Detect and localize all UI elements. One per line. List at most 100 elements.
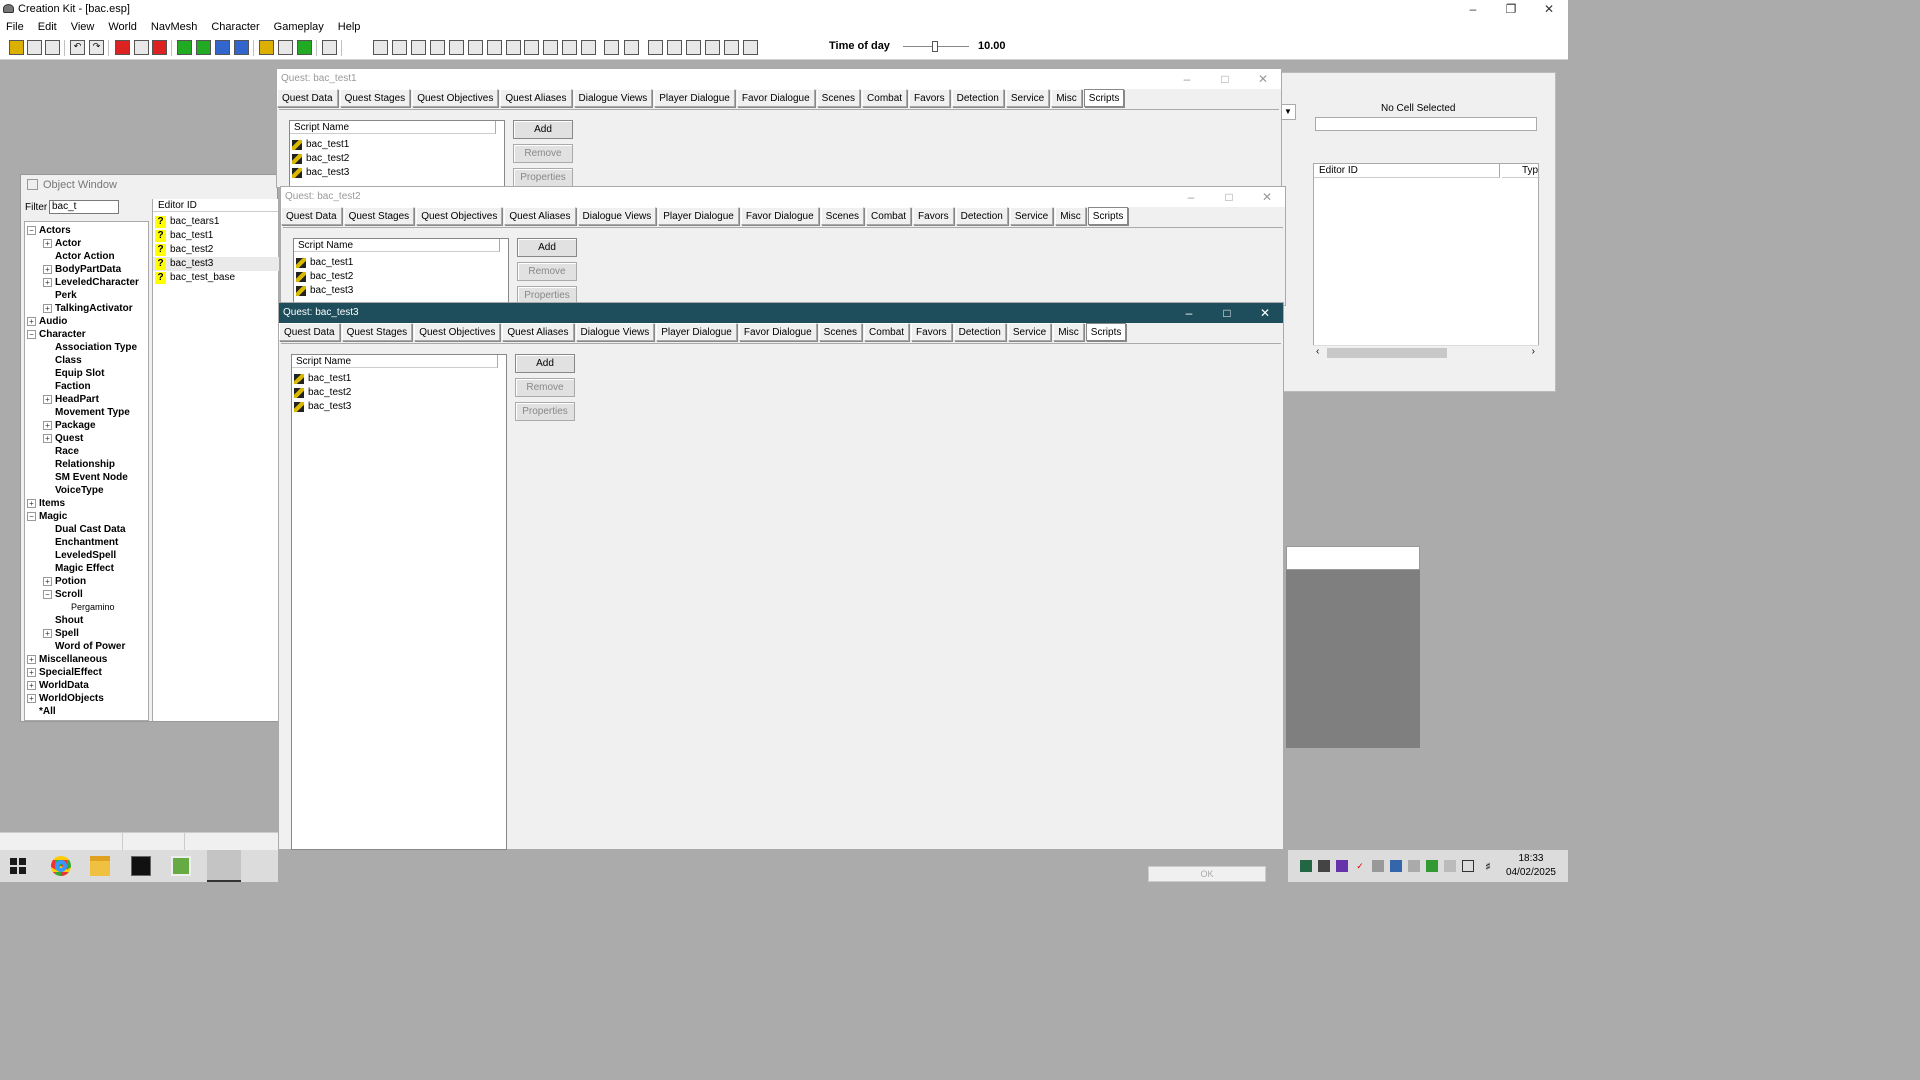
tree-item[interactable]: LeveledSpell: [55, 549, 116, 562]
quest-tab[interactable]: Quest Stages: [339, 89, 411, 107]
snap-grid-icon[interactable]: [115, 40, 130, 55]
close-icon[interactable]: ✕: [1530, 0, 1568, 18]
quest-tab[interactable]: Favors: [913, 207, 954, 225]
quest-tab[interactable]: Quest Aliases: [500, 89, 572, 107]
object-list-row[interactable]: ? bac_tears1: [153, 215, 279, 229]
tree-item[interactable]: SpecialEffect: [39, 666, 102, 679]
quest-tab[interactable]: Dialogue Views: [575, 323, 655, 341]
tree-item[interactable]: Items: [39, 497, 65, 510]
clock[interactable]: 18:33 04/02/2025: [1506, 852, 1556, 880]
tree-item[interactable]: Scroll: [55, 588, 83, 601]
maximize-icon[interactable]: □: [1209, 303, 1245, 323]
tray-security-icon[interactable]: [1426, 860, 1438, 872]
script-properties-button[interactable]: Properties: [513, 168, 573, 187]
tree-item[interactable]: Movement Type: [55, 406, 130, 419]
quest-tab[interactable]: Combat: [864, 323, 910, 341]
type-column-header[interactable]: Typ: [1502, 164, 1540, 178]
quest-tab[interactable]: Favor Dialogue: [740, 207, 819, 225]
quest-tab[interactable]: Quest Stages: [341, 323, 413, 341]
file-explorer-icon[interactable]: [90, 856, 110, 876]
quest-tab[interactable]: Player Dialogue: [658, 207, 739, 225]
close-icon[interactable]: ✕: [1247, 303, 1283, 323]
maximize-icon[interactable]: □: [1211, 187, 1247, 207]
transform-icon[interactable]: [215, 40, 230, 55]
tool-11-icon[interactable]: [562, 40, 577, 55]
menu-file[interactable]: File: [0, 21, 32, 33]
tree-item[interactable]: Magic Effect: [55, 562, 114, 575]
terrain-icon[interactable]: [297, 40, 312, 55]
tree-expander-icon[interactable]: +: [43, 265, 52, 274]
snap-reference-icon[interactable]: [152, 40, 167, 55]
tray-app-5-icon[interactable]: [1372, 860, 1384, 872]
tool-19-icon[interactable]: [724, 40, 739, 55]
script-properties-button[interactable]: Properties: [515, 402, 575, 421]
tree-item[interactable]: Actor Action: [55, 250, 115, 263]
minimize-icon[interactable]: –: [1169, 69, 1205, 89]
tree-expander-icon[interactable]: +: [43, 395, 52, 404]
quest-tab[interactable]: Dialogue Views: [573, 89, 653, 107]
tree-item[interactable]: WorldObjects: [39, 692, 104, 705]
scroll-left-icon[interactable]: ‹: [1316, 346, 1319, 357]
quest-tab[interactable]: Service: [1005, 89, 1050, 107]
tray-app-6-icon[interactable]: [1390, 860, 1402, 872]
tree-item[interactable]: Race: [55, 445, 79, 458]
sky-icon[interactable]: [278, 40, 293, 55]
save-icon[interactable]: [27, 40, 42, 55]
tree-item[interactable]: Word of Power: [55, 640, 125, 653]
quest-tab[interactable]: Misc: [1051, 89, 1082, 107]
tool-12-icon[interactable]: [581, 40, 596, 55]
quest-tab[interactable]: Player Dialogue: [654, 89, 735, 107]
tool-1-icon[interactable]: [373, 40, 388, 55]
tree-expander-icon[interactable]: −: [27, 512, 36, 521]
tree-expander-icon[interactable]: +: [27, 681, 36, 690]
menu-gameplay[interactable]: Gameplay: [268, 21, 332, 33]
quest-tab[interactable]: Favor Dialogue: [738, 323, 817, 341]
add-script-button[interactable]: Add: [517, 238, 577, 257]
quest-tab[interactable]: Dialogue Views: [577, 207, 657, 225]
tool-14-icon[interactable]: [624, 40, 639, 55]
tool-9-icon[interactable]: [524, 40, 539, 55]
add-script-button[interactable]: Add: [515, 354, 575, 373]
tree-expander-icon[interactable]: −: [27, 226, 36, 235]
tree-item[interactable]: SM Event Node: [55, 471, 128, 484]
quest-tab[interactable]: Combat: [862, 89, 908, 107]
scroll-thumb[interactable]: [1327, 348, 1447, 358]
menu-view[interactable]: View: [65, 21, 103, 33]
tool-2-icon[interactable]: [392, 40, 407, 55]
tool-10-icon[interactable]: [543, 40, 558, 55]
tree-item[interactable]: Audio: [39, 315, 67, 328]
remove-script-button[interactable]: Remove: [515, 378, 575, 397]
minimize-icon[interactable]: –: [1454, 0, 1492, 18]
tree-item[interactable]: *All: [39, 705, 56, 718]
worldspace-dropdown[interactable]: ▼: [1280, 104, 1296, 120]
menu-world[interactable]: World: [102, 21, 145, 33]
tree-expander-icon[interactable]: +: [27, 655, 36, 664]
tree-expander-icon[interactable]: +: [43, 278, 52, 287]
start-icon[interactable]: [10, 858, 26, 874]
tree-expander-icon[interactable]: +: [27, 499, 36, 508]
data-files-icon[interactable]: [45, 40, 60, 55]
terminal-icon[interactable]: [131, 856, 151, 876]
quest-tab[interactable]: Quest Data: [279, 323, 340, 341]
tree-expander-icon[interactable]: +: [43, 434, 52, 443]
object-list-row[interactable]: ? bac_test3: [153, 257, 279, 271]
time-of-day-slider-thumb[interactable]: [932, 41, 938, 52]
editor-id-column-header[interactable]: Editor ID: [153, 199, 278, 212]
quest-tab[interactable]: Detection: [953, 323, 1006, 341]
notepad-icon[interactable]: [171, 856, 191, 876]
quest-tab[interactable]: Scripts: [1085, 323, 1127, 341]
dialogue-icon[interactable]: [322, 40, 337, 55]
tree-item[interactable]: Miscellaneous: [39, 653, 107, 666]
quest-tab[interactable]: Favor Dialogue: [736, 89, 815, 107]
object-list-row[interactable]: ? bac_test2: [153, 243, 279, 257]
quest-tab[interactable]: Scenes: [816, 89, 861, 107]
script-name-header[interactable]: Script Name: [294, 239, 500, 252]
xyz-icon[interactable]: [234, 40, 249, 55]
tool-8-icon[interactable]: [506, 40, 521, 55]
open-icon[interactable]: [9, 40, 24, 55]
network-icon[interactable]: [1462, 860, 1474, 872]
script-list[interactable]: Script Name bac_test1 bac_test2 bac_test3: [291, 354, 507, 850]
tray-app-7-icon[interactable]: [1408, 860, 1420, 872]
tree-item[interactable]: Pergamino: [71, 601, 115, 614]
render-window[interactable]: [1286, 570, 1420, 748]
